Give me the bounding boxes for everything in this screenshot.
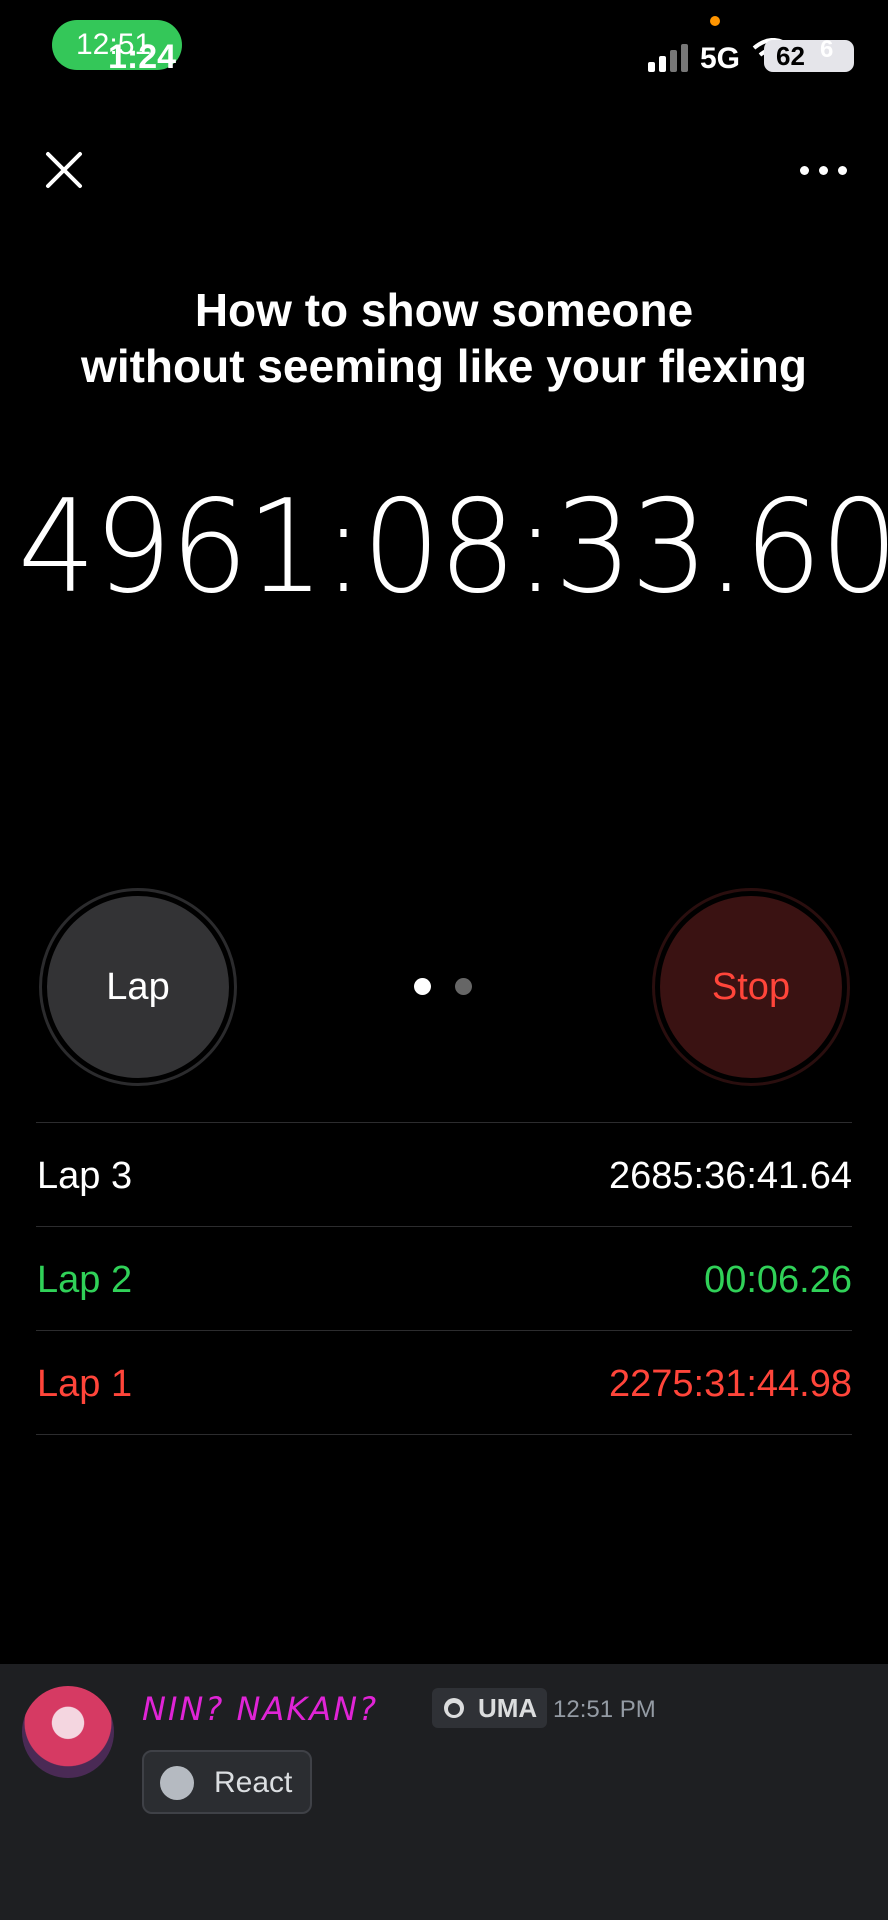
privacy-indicator-dot — [710, 16, 720, 26]
lap-time: 00:06.26 — [704, 1259, 852, 1301]
lap-row: Lap 3 2685:36:41.64 — [36, 1122, 852, 1226]
ellipsis-icon — [800, 166, 809, 175]
status-bar: 12:51 1:24 5G 62 6 — [0, 0, 888, 110]
server-tag-label: UMA — [478, 1693, 538, 1723]
chat-message: NIN? NAKAN? UMA 12:51 PM React — [0, 1664, 888, 1920]
lap-list: Lap 3 2685:36:41.64 Lap 2 00:06.26 Lap 1… — [36, 1122, 852, 1435]
lap-row: Lap 2 00:06.26 — [36, 1226, 852, 1330]
lap-time: 2275:31:44.98 — [608, 1363, 852, 1405]
caption-line-1: How to show someone — [194, 284, 694, 336]
battery-level-overlay: 6 — [820, 36, 834, 63]
lap-name: Lap 2 — [37, 1259, 133, 1301]
page-indicator[interactable] — [414, 978, 474, 996]
message-timestamp: 12:51 PM — [553, 1696, 656, 1723]
stopwatch-display: 4961:08:33.60 — [17, 473, 888, 622]
video-caption: How to show someone without seeming like… — [0, 282, 888, 394]
battery-level: 62 — [776, 41, 805, 71]
smiley-icon — [160, 1766, 194, 1800]
avatar[interactable] — [22, 1686, 114, 1778]
network-type: 5G — [700, 42, 741, 75]
react-button-label: React — [214, 1766, 293, 1799]
close-icon[interactable] — [40, 146, 88, 194]
page-dot — [455, 978, 472, 995]
caption-line-2: without seeming like your flexing — [81, 340, 807, 392]
server-tag[interactable]: UMA — [432, 1688, 548, 1728]
react-button[interactable]: React — [142, 1750, 312, 1814]
more-options-button[interactable] — [796, 148, 852, 192]
lap-name: Lap 3 — [37, 1155, 133, 1197]
stop-button-label: Stop — [660, 896, 842, 1078]
page-dot-active — [414, 978, 431, 995]
lap-button[interactable]: Lap — [39, 888, 237, 1086]
tag-badge-icon — [444, 1698, 464, 1718]
lap-time: 2685:36:41.64 — [608, 1155, 852, 1197]
stop-button[interactable]: Stop — [652, 888, 850, 1086]
lap-name: Lap 1 — [37, 1363, 133, 1405]
battery-icon: 62 6 — [764, 36, 854, 72]
username[interactable]: NIN? NAKAN? — [142, 1690, 378, 1728]
cellular-signal-icon — [648, 44, 696, 72]
lap-row: Lap 1 2275:31:44.98 — [36, 1330, 852, 1435]
lap-button-label: Lap — [47, 896, 229, 1078]
status-time: 1:24 — [108, 38, 177, 76]
